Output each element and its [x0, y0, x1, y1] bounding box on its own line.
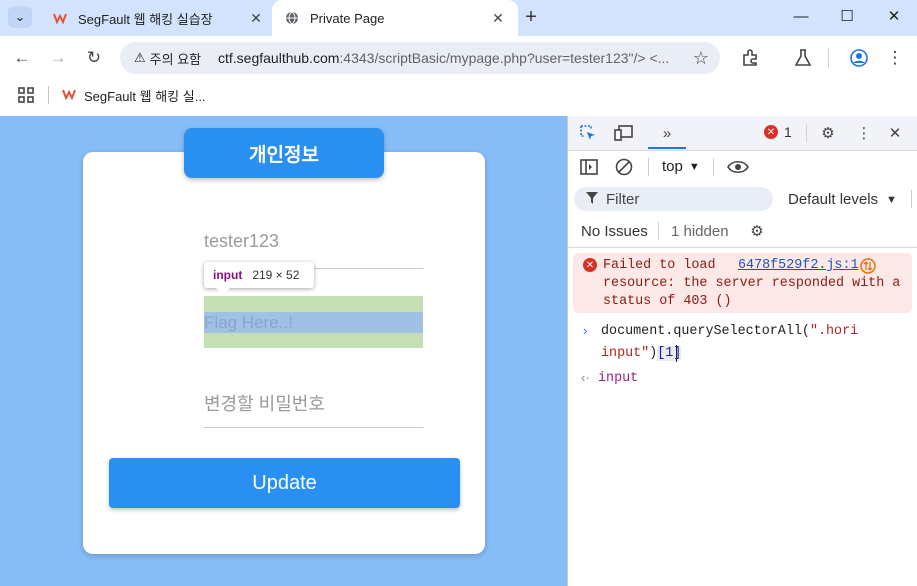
filter-placeholder: Filter: [606, 190, 640, 208]
console-input-line-2: input")[1]: [601, 345, 682, 363]
error-line-3: status of 403 (): [603, 294, 732, 309]
devtools-settings-icon[interactable]: ⚙: [816, 121, 840, 145]
update-button[interactable]: Update: [109, 458, 460, 508]
filter-funnel-icon: [586, 191, 598, 208]
sidebar-toggle-icon[interactable]: [577, 155, 601, 179]
bookmark-star-icon[interactable]: ☆: [688, 45, 714, 71]
bookmarks-divider: [48, 86, 49, 104]
tab-segfault[interactable]: SegFault 웹 해킹 실습장 ✕: [40, 0, 276, 36]
close-tab-icon[interactable]: ✕: [488, 8, 508, 28]
active-tab-indicator: [648, 147, 686, 149]
tooltip-arrow: [216, 288, 230, 295]
tooltip-dims: 219 × 52: [252, 268, 300, 282]
extensions-icon[interactable]: [736, 44, 764, 72]
url-host: ctf.segfaulthub.com: [218, 50, 340, 66]
dropdown-caret-icon: ▼: [886, 193, 897, 206]
dropdown-caret-icon: ▼: [688, 160, 700, 173]
context-value: top: [662, 158, 683, 175]
browser-menu-icon[interactable]: ⋮: [881, 44, 909, 72]
tabbar-divider: [806, 124, 807, 142]
segfault-favicon-icon: [62, 88, 76, 103]
error-icon: ✕: [583, 258, 597, 272]
card-title: 개인정보: [184, 128, 384, 178]
toolbar-divider: [648, 158, 649, 176]
hidden-count[interactable]: 1 hidden: [671, 223, 729, 240]
tab-search-button[interactable]: ⌄: [8, 6, 32, 28]
code-string: ".hori: [809, 324, 859, 339]
security-warning-chip[interactable]: ⚠ 주의 요함: [126, 46, 209, 70]
password-underline: [204, 427, 423, 428]
profile-avatar-icon[interactable]: [845, 44, 873, 72]
console-result[interactable]: input: [598, 370, 638, 388]
new-tab-button[interactable]: +: [519, 6, 543, 28]
chevron-down-icon: ⌄: [14, 9, 26, 24]
bookmark-label: SegFault 웹 해킹 실...: [84, 89, 206, 104]
toolbar-divider: [828, 48, 829, 68]
levels-label: Default levels: [788, 191, 879, 208]
maximize-button[interactable]: ☐: [824, 0, 870, 32]
error-count: 1: [784, 124, 792, 140]
code-call: document.querySelectorAll(: [601, 324, 810, 339]
console-input-line-1: document.querySelectorAll(".hori: [601, 323, 858, 341]
more-panels-icon[interactable]: »: [655, 121, 679, 145]
issues-label[interactable]: No Issues: [581, 223, 648, 240]
issues-divider: [658, 222, 659, 240]
minimize-button[interactable]: —: [778, 0, 824, 32]
back-button[interactable]: ←: [8, 44, 36, 72]
labs-flask-icon[interactable]: [789, 44, 817, 72]
code-string: input": [601, 346, 650, 361]
inspect-tooltip: input 219 × 52: [204, 262, 314, 288]
bookmark-segfault[interactable]: SegFault 웹 해킹 실...: [62, 86, 206, 105]
console-settings-icon[interactable]: ⚙: [745, 219, 769, 243]
error-text-1: Failed to load: [603, 258, 716, 273]
network-request-icon[interactable]: [860, 258, 876, 274]
flag-input[interactable]: [204, 312, 423, 333]
tab-private-page[interactable]: Private Page ✕: [272, 0, 518, 36]
error-icon: ✕: [764, 125, 778, 139]
url-path: :4343/scriptBasic/mypage.php?user=tester…: [339, 50, 670, 66]
segfault-favicon-icon: [52, 10, 68, 26]
error-line-1: Failed to load: [603, 257, 716, 275]
tooltip-tag: input: [213, 268, 243, 282]
error-line-2: resource: the server responded with a: [603, 276, 901, 291]
live-expression-eye-icon[interactable]: [726, 155, 750, 179]
globe-icon: [284, 10, 300, 26]
inspect-element-icon[interactable]: [576, 121, 600, 145]
password-field[interactable]: 변경할 비밀번호: [204, 390, 423, 416]
text-cursor: [676, 345, 677, 362]
log-levels-dropdown[interactable]: Default levels ▼: [788, 191, 897, 208]
warning-icon: ⚠: [134, 50, 146, 65]
tab-title: SegFault 웹 해킹 실습장: [78, 11, 213, 27]
forward-button[interactable]: →: [44, 44, 72, 72]
devtools-menu-icon[interactable]: ⋮: [852, 121, 876, 145]
reload-button[interactable]: ↻: [80, 44, 108, 72]
close-devtools-icon[interactable]: ✕: [883, 121, 907, 145]
toolbar-divider: [713, 158, 714, 176]
result-arrow-icon: ‹·: [581, 370, 590, 385]
error-source-link[interactable]: 6478f529f2.js:1: [738, 257, 859, 275]
context-selector[interactable]: top ▼: [662, 158, 700, 175]
url-text: ctf.segfaulthub.com:4343/scriptBasic/myp…: [218, 50, 669, 66]
console-filter-input[interactable]: Filter: [574, 187, 773, 211]
input-chevron-icon: ›: [583, 323, 588, 338]
security-label: 주의 요함: [149, 51, 202, 67]
device-toolbar-icon[interactable]: [612, 121, 636, 145]
close-window-button[interactable]: ✕: [871, 0, 917, 32]
clear-console-icon[interactable]: [612, 155, 636, 179]
close-tab-icon[interactable]: ✕: [246, 8, 266, 28]
apps-grid-icon[interactable]: [18, 87, 34, 103]
username-field[interactable]: tester123: [204, 231, 423, 252]
tab-title: Private Page: [310, 10, 385, 26]
code-index: [1]: [657, 346, 682, 361]
error-count-badge[interactable]: ✕ 1: [764, 124, 792, 140]
toolbar-divider: [911, 190, 912, 208]
